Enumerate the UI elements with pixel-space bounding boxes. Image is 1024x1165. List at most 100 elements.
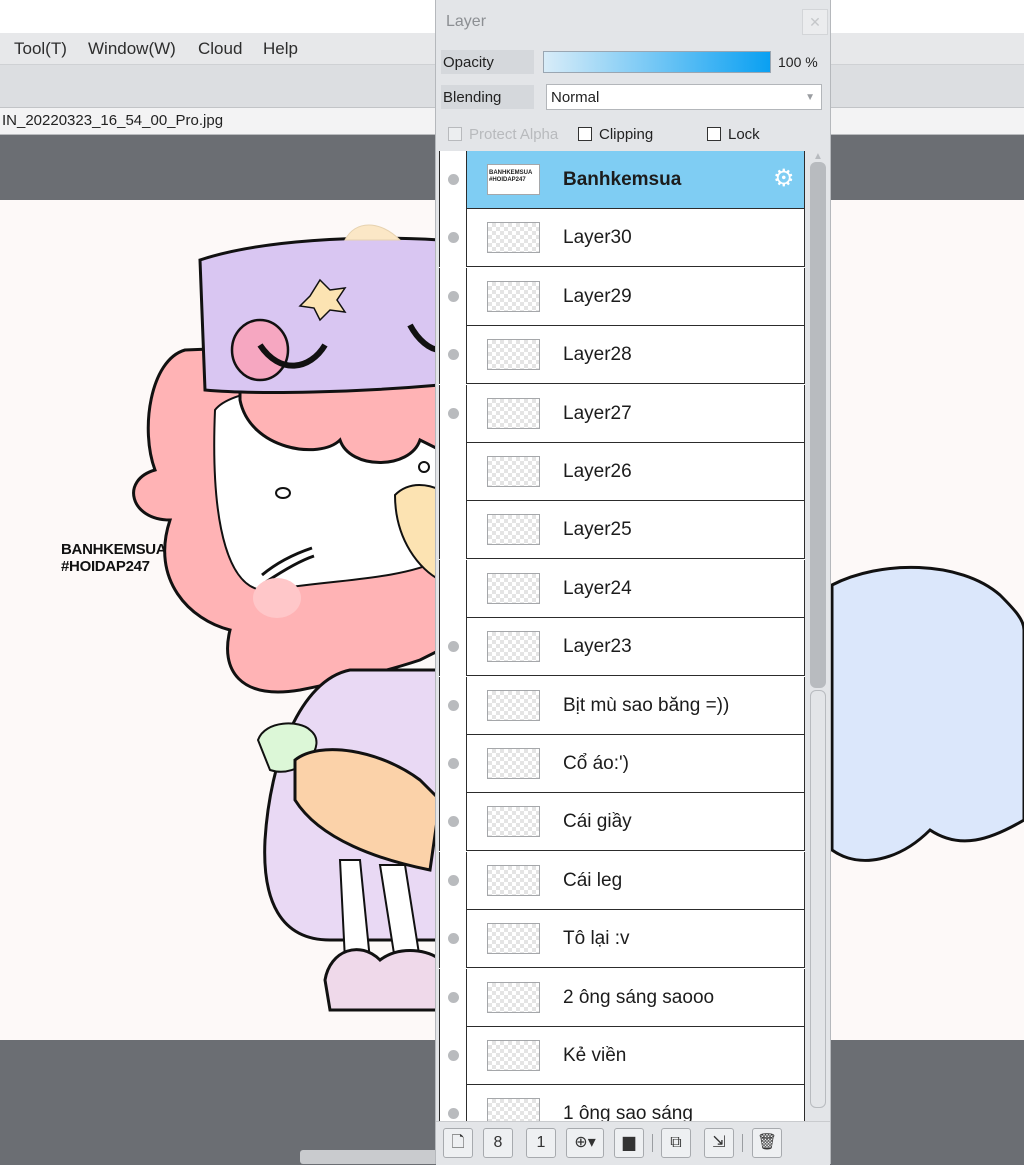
visibility-dot-icon [448,933,459,945]
row-border [804,151,805,209]
new-8bit-layer-icon[interactable]: 8 [483,1128,513,1158]
visibility-toggle[interactable] [439,735,467,793]
menu-tool[interactable]: Tool(T) [14,39,67,59]
chevron-down-icon: ▼ [805,92,815,103]
layer-row[interactable]: Layer24 [439,559,805,618]
layer-thumbnail [487,456,540,487]
layer-row[interactable]: BANHKEMSUA #HOIDAP247 Banhkemsua ⚙ [439,151,805,209]
layer-row[interactable]: Layer30 [439,209,805,268]
layer-thumbnail [487,631,540,663]
layer-row[interactable]: 1 ông sao sáng [439,1085,805,1121]
opacity-slider[interactable] [543,51,771,73]
vertical-scrollbar-track[interactable] [810,690,826,1108]
layer-thumbnail [487,514,540,546]
menu-cloud[interactable]: Cloud [198,39,242,59]
visibility-toggle[interactable] [439,443,467,501]
layer-name: Tô lại :v [563,928,630,950]
visibility-toggle[interactable] [439,851,467,910]
row-border [804,676,805,735]
layer-row[interactable]: Cái giầy [439,793,805,852]
checkbox-box [448,127,462,141]
layer-row[interactable]: Bịt mù sao băng =)) [439,676,805,735]
layer-row[interactable]: Layer23 [439,618,805,677]
layer-thumbnail [487,280,540,312]
layer-row[interactable]: Cổ áo:') [439,735,805,793]
blending-label: Blending [443,89,502,106]
layer-row[interactable]: Cái leg [439,851,805,910]
visibility-toggle[interactable] [439,793,467,852]
visibility-toggle[interactable] [439,267,467,326]
visibility-toggle[interactable] [439,151,467,209]
row-border [804,968,805,1027]
layer-row[interactable]: Kẻ viền [439,1027,805,1085]
visibility-toggle[interactable] [439,559,467,618]
checkbox-box [578,127,592,141]
horizontal-scrollbar[interactable] [300,1150,450,1164]
folder-icon[interactable]: ▆ [614,1128,644,1158]
layer-name: 1 ông sao sáng [563,1103,693,1121]
watermark: BANHKEMSUA #HOIDAP247 [61,541,167,575]
visibility-toggle[interactable] [439,1085,467,1121]
row-border [804,384,805,443]
visibility-dot-icon [448,641,459,653]
menu-window[interactable]: Window(W) [88,39,176,59]
add-layer-dropdown-icon[interactable]: ⊕▾ [566,1128,604,1158]
visibility-toggle[interactable] [439,1027,467,1085]
layer-name: Layer30 [563,227,632,249]
row-border [804,559,805,618]
layer-row[interactable]: 2 ông sáng saooo [439,968,805,1027]
visibility-toggle[interactable] [439,209,467,268]
layer-row[interactable]: Layer27 [439,384,805,443]
new-1bit-layer-icon[interactable]: 1 [526,1128,556,1158]
visibility-dot-icon [448,874,459,886]
layer-name: Layer25 [563,519,632,541]
row-border [804,910,805,969]
visibility-toggle[interactable] [439,501,467,560]
layer-row[interactable]: Layer25 [439,501,805,560]
row-border [804,501,805,560]
vertical-scrollbar-thumb[interactable] [810,162,826,688]
toolbar-divider [652,1134,653,1152]
visibility-toggle[interactable] [439,384,467,443]
layer-list[interactable]: BANHKEMSUA #HOIDAP247 Banhkemsua ⚙ Layer30 La… [439,151,805,1121]
close-icon[interactable]: ✕ [802,9,828,35]
scroll-up-icon[interactable]: ▲ [813,151,823,162]
trash-icon[interactable]: 🗑 [752,1128,782,1158]
blending-select[interactable]: Normal ▼ [546,84,822,110]
menu-help[interactable]: Help [263,39,298,59]
document-tab[interactable]: IN_20220323_16_54_00_Pro.jpg [2,112,223,129]
blending-value: Normal [551,89,600,106]
visibility-toggle[interactable] [439,676,467,735]
layer-actions-bar: 🗋 8 1 ⊕▾ ▆ ⧉ ⇲ 🗑 [436,1121,830,1165]
layer-row[interactable]: Layer28 [439,326,805,385]
row-border [804,618,805,677]
layer-thumbnail [487,981,540,1013]
opacity-label: Opacity [443,54,494,71]
visibility-toggle[interactable] [439,326,467,385]
visibility-toggle[interactable] [439,910,467,969]
protect-alpha-checkbox[interactable]: Protect Alpha [448,126,558,143]
clipping-checkbox[interactable]: Clipping [578,126,653,143]
layer-name: Banhkemsua [563,169,682,190]
visibility-toggle[interactable] [439,968,467,1027]
layer-thumbnail [487,864,540,896]
layer-row[interactable]: Layer26 [439,443,805,501]
checkbox-box [707,127,721,141]
layer-name: Layer24 [563,577,632,599]
new-layer-icon[interactable]: 🗋 [443,1128,473,1158]
layer-thumbnail [487,689,540,721]
visibility-dot-icon [448,407,459,419]
merge-down-icon[interactable]: ⇲ [704,1128,734,1158]
gear-icon[interactable]: ⚙ [773,167,795,191]
layer-name: Cái leg [563,869,623,891]
visibility-dot-icon [448,991,459,1003]
duplicate-layer-icon[interactable]: ⧉ [661,1128,691,1158]
visibility-toggle[interactable] [439,618,467,677]
thumbnail-text: BANHKEMSUA #HOIDAP247 [489,170,533,183]
lock-checkbox[interactable]: Lock [707,126,760,143]
panel-title: Layer [446,13,487,30]
visibility-dot-icon [448,174,459,185]
layer-row[interactable]: Tô lại :v [439,910,805,969]
layer-name: Layer27 [563,402,632,424]
layer-row[interactable]: Layer29 [439,267,805,326]
